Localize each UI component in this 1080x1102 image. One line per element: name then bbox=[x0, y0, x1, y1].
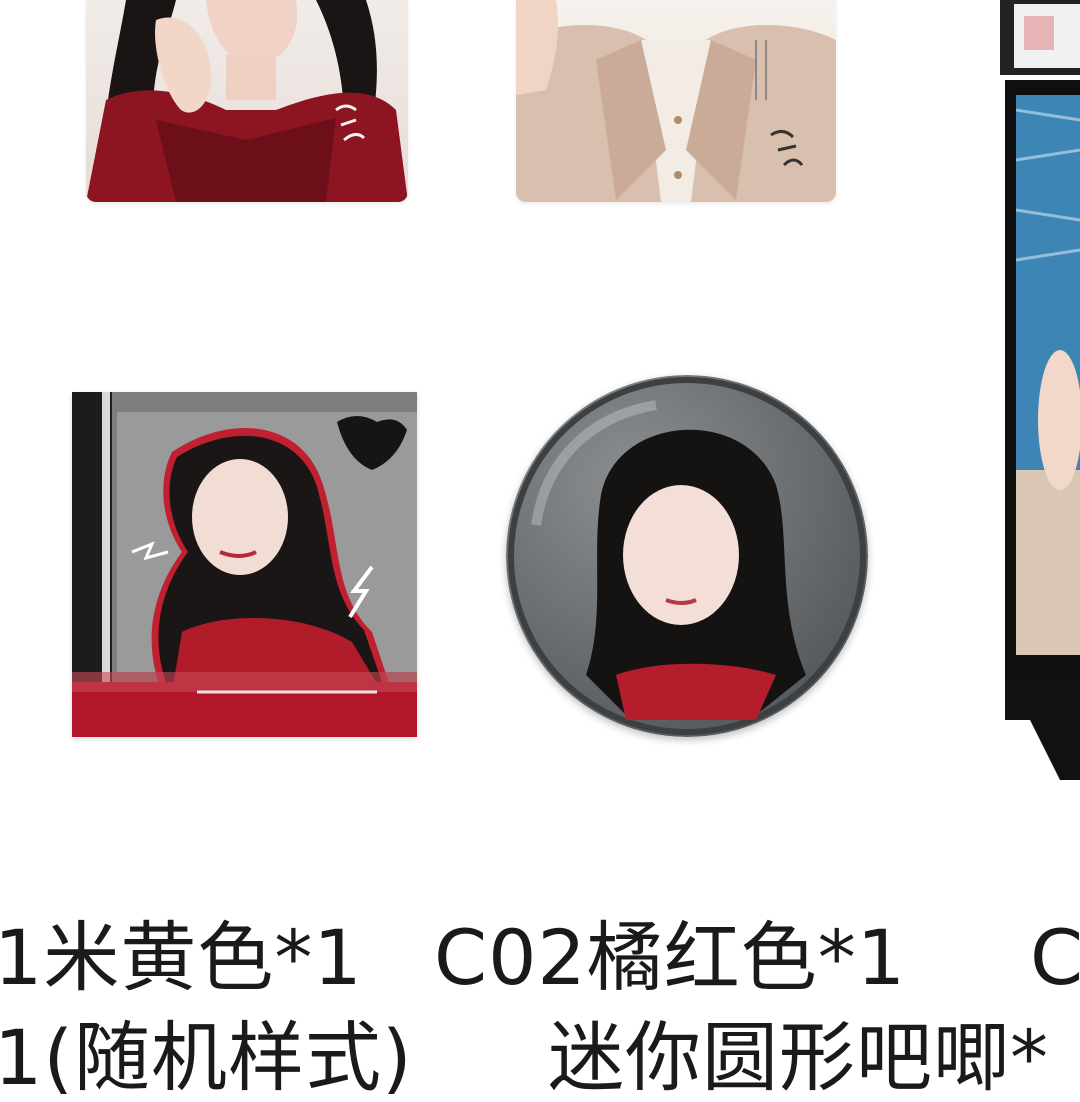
square-photo-card bbox=[72, 392, 417, 737]
caption-random-style: 1(随机样式) bbox=[0, 1013, 413, 1102]
caption-next-variant: C bbox=[1030, 913, 1080, 1002]
braids-grayscale-card-image bbox=[72, 392, 417, 737]
round-badge bbox=[506, 375, 868, 737]
red-dress-portrait-image bbox=[86, 0, 408, 202]
caption-yellow-variant: 1米黄色*1 bbox=[0, 913, 363, 1002]
photo-card-red-dress bbox=[86, 0, 408, 202]
beige-blazer-portrait-image bbox=[516, 0, 836, 202]
braids-round-badge-image bbox=[506, 375, 868, 737]
photo-frame-stand bbox=[1000, 0, 1080, 780]
caption-mini-round-badge: 迷你圆形吧唧* bbox=[548, 1013, 1049, 1102]
caption-c02-orange-red: C02橘红色*1 bbox=[434, 913, 907, 1002]
photo-card-beige-blazer bbox=[516, 0, 836, 202]
sea-photo-frame-image bbox=[1000, 0, 1080, 780]
